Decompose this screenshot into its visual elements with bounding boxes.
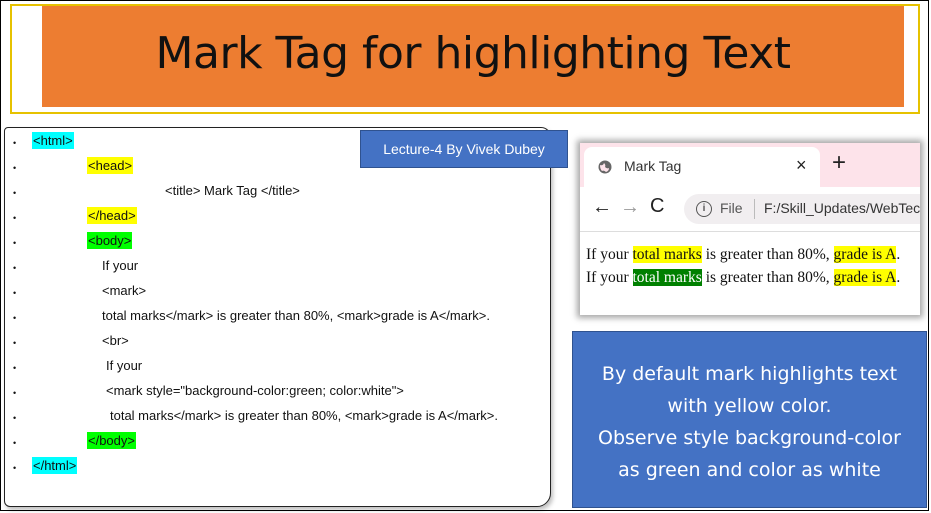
address-divider: [754, 199, 755, 219]
code-line: total marks</mark> is greater than 80%, …: [102, 306, 490, 326]
info-callout: By default mark highlights text with yel…: [572, 331, 927, 508]
text-pre: If your: [586, 246, 633, 263]
code-line: </html>: [32, 456, 78, 476]
slide-title: Mark Tag for highlighting Text: [155, 28, 791, 79]
code-line: <br>: [102, 331, 129, 351]
bullet: •: [13, 133, 19, 148]
code-line: <body>: [87, 231, 133, 251]
bullet: •: [13, 433, 19, 448]
mark-highlight-green: total marks: [632, 269, 702, 286]
globe-icon: [598, 160, 612, 174]
info-line: By default mark highlights text: [601, 363, 898, 385]
lecture-badge: Lecture-4 By Vivek Dubey: [360, 130, 568, 168]
code-text: <mark>: [102, 283, 147, 298]
rendered-line-2: If your total marks is greater than 80%,…: [586, 266, 900, 289]
code-text: <br>: [102, 333, 129, 348]
info-icon[interactable]: i: [696, 201, 712, 217]
bullet: •: [13, 158, 19, 173]
code-text: <mark style="background-color:green; col…: [106, 383, 404, 398]
code-text: total marks</mark> is greater than 80%, …: [102, 308, 491, 323]
code-text: <body>: [87, 232, 133, 249]
address-bar[interactable]: i File F:/Skill_Updates/WebTechno: [684, 194, 920, 224]
text-post: .: [896, 246, 901, 263]
info-line: Observe style background-color: [597, 427, 901, 449]
code-line: If your: [106, 356, 142, 376]
title-banner: Mark Tag for highlighting Text: [42, 6, 904, 107]
code-line: <mark style="background-color:green; col…: [106, 381, 404, 401]
code-line: </head>: [87, 206, 137, 226]
text-pre: If your: [586, 269, 633, 286]
code-line: </body>: [87, 431, 136, 451]
back-arrow-icon[interactable]: ←: [592, 196, 612, 219]
new-tab-icon[interactable]: +: [832, 149, 846, 177]
browser-toolbar: ← → C i File F:/Skill_Updates/WebTechno: [580, 187, 920, 232]
code-text: <head>: [87, 157, 134, 174]
bullet: •: [13, 358, 19, 373]
tab-strip: Mark Tag × +: [580, 143, 920, 187]
code-text: If your: [106, 358, 143, 373]
code-text: If your: [102, 258, 139, 273]
code-line: total marks</mark> is greater than 80%, …: [110, 406, 498, 426]
yellow-rule-left: [10, 4, 12, 114]
file-scheme-label: File: [720, 200, 743, 216]
bullet: •: [13, 283, 19, 298]
text-mid: is greater than 80%,: [701, 246, 834, 263]
info-line: with yellow color.: [667, 395, 832, 417]
close-icon[interactable]: ×: [796, 155, 807, 176]
code-text: <title> Mark Tag </title>: [165, 183, 300, 198]
mark-highlight: grade is A: [833, 269, 897, 286]
bullet: •: [13, 308, 19, 323]
code-text: total marks</mark> is greater than 80%, …: [110, 408, 499, 423]
yellow-rule-right: [918, 4, 920, 114]
mark-highlight: grade is A: [833, 246, 897, 263]
forward-arrow-icon[interactable]: →: [620, 196, 640, 219]
yellow-rule-bottom: [10, 112, 920, 114]
code-text: <html>: [32, 132, 74, 149]
bullet: •: [13, 183, 19, 198]
bullet: •: [13, 383, 19, 398]
rendered-page: If your total marks is greater than 80%,…: [586, 243, 900, 289]
text-mid: is greater than 80%,: [701, 269, 834, 286]
reload-icon[interactable]: C: [650, 195, 664, 218]
bullet: •: [13, 258, 19, 273]
code-line: If your: [102, 256, 138, 276]
browser-tab[interactable]: Mark Tag ×: [584, 147, 820, 187]
browser-window: Mark Tag × + ← → C i File F:/Skill_Updat…: [580, 143, 920, 315]
code-text: </head>: [87, 207, 137, 224]
code-line: <mark>: [102, 281, 146, 301]
bullet: •: [13, 408, 19, 423]
tab-title: Mark Tag: [624, 158, 682, 174]
bullet: •: [13, 458, 19, 473]
bullet: •: [13, 208, 19, 223]
text-post: .: [896, 269, 901, 286]
bullet: •: [13, 233, 19, 248]
code-line: <head>: [87, 156, 134, 176]
code-text: </html>: [32, 457, 78, 474]
rendered-line-1: If your total marks is greater than 80%,…: [586, 243, 900, 266]
mark-highlight: total marks: [632, 246, 702, 263]
code-line: <html>: [32, 131, 74, 151]
code-line: <title> Mark Tag </title>: [165, 181, 300, 201]
bullet: •: [13, 333, 19, 348]
address-url: F:/Skill_Updates/WebTechno: [764, 200, 920, 216]
info-line: as green and color as white: [618, 459, 881, 481]
code-text: </body>: [87, 432, 136, 449]
